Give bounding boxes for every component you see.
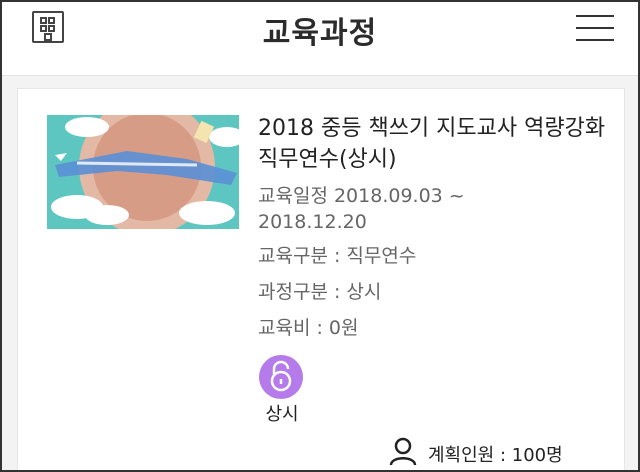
menu-line <box>576 27 614 29</box>
top-header: 교육과정 <box>2 2 638 76</box>
thumbnail-illustration <box>47 115 239 229</box>
schedule-start: 교육일정 2018.09.03 ~ <box>258 185 465 207</box>
app-frame: 교육과정 2018 중등 책쓰기 지도교사 역량강화 직무연수(상시) 교육일정… <box>0 0 640 472</box>
education-category: 교육구분 : 직무연수 <box>258 245 417 267</box>
course-title[interactable]: 2018 중등 책쓰기 지도교사 역량강화 직무연수(상시) <box>258 113 618 175</box>
person-icon <box>388 436 418 466</box>
person-icon-graphic <box>389 437 417 466</box>
course-thumbnail[interactable] <box>47 115 239 229</box>
open-lock-icon <box>259 355 303 399</box>
course-type: 과정구분 : 상시 <box>258 281 382 303</box>
status-badge-label: 상시 <box>265 404 299 425</box>
page-title: 교육과정 <box>262 16 378 51</box>
course-fee: 교육비 : 0원 <box>258 317 359 339</box>
hamburger-menu-icon[interactable] <box>576 15 614 41</box>
menu-line <box>576 15 614 17</box>
schedule-end: 2018.12.20 <box>258 211 367 233</box>
menu-line <box>576 39 614 41</box>
planned-capacity: 계획인원 : 100명 <box>428 445 563 466</box>
open-lock-icon-graphic <box>270 360 292 392</box>
course-card[interactable]: 2018 중등 책쓰기 지도교사 역량강화 직무연수(상시) 교육일정 2018… <box>17 88 625 470</box>
